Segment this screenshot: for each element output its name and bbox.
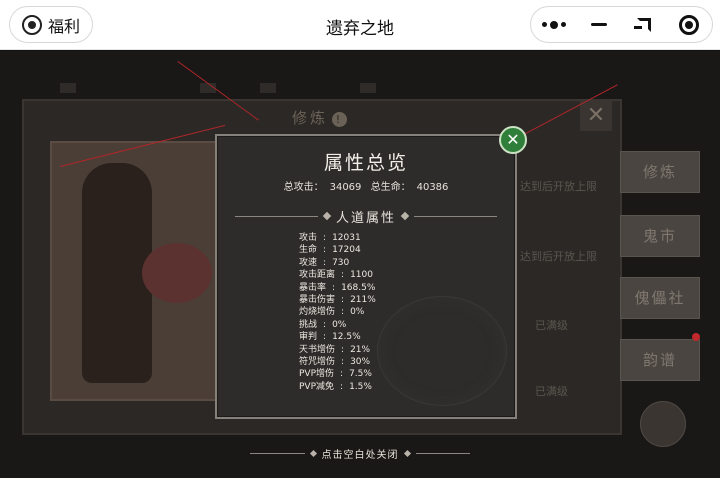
cultivate-title: 修炼! bbox=[292, 107, 348, 128]
capsule-menu bbox=[530, 6, 713, 43]
tab-puppet-club[interactable]: 傀儡社 bbox=[620, 277, 700, 319]
attribute-row: 暴击率:168.5% bbox=[299, 282, 376, 293]
restore-icon bbox=[634, 17, 652, 32]
top-strip-marker bbox=[60, 83, 76, 93]
close-hint-label: 点击空白处关闭 bbox=[321, 449, 399, 461]
flower-decoration bbox=[142, 243, 212, 303]
tab-cultivate[interactable]: 修炼 bbox=[620, 151, 700, 193]
attribute-row: 天书增伤:21% bbox=[299, 344, 371, 355]
more-button[interactable] bbox=[531, 7, 576, 42]
minimize-icon bbox=[590, 23, 607, 26]
tab-ghost-market[interactable]: 鬼市 bbox=[620, 215, 700, 257]
row-status: 达到后开放上限 bbox=[520, 250, 597, 263]
red-ornament bbox=[692, 333, 700, 341]
attribute-row: 攻击距离:1100 bbox=[299, 270, 373, 281]
total-attack-value: 34069 bbox=[329, 182, 362, 193]
panel-close-icon[interactable]: ✕ bbox=[580, 101, 612, 131]
popup-title: 属性总览 bbox=[323, 152, 408, 174]
attribute-row: 灼烧增伤:0% bbox=[299, 307, 365, 318]
row-status: 已满级 bbox=[535, 319, 568, 332]
attribute-row: 挑战:0% bbox=[299, 319, 347, 330]
attribute-overview-popup: 属性总览 总攻击： 34069 总生命： 40386 人道属性 攻击:12031 生… bbox=[215, 134, 517, 419]
mini-program-topbar: 福利 遗弃之地 bbox=[0, 0, 720, 50]
minimize-button[interactable] bbox=[576, 7, 621, 42]
top-strip-marker bbox=[360, 83, 376, 93]
close-hint: 点击空白处关闭 bbox=[250, 444, 470, 462]
total-hp-value: 40386 bbox=[416, 182, 449, 193]
total-hp-label: 总生命： bbox=[370, 182, 411, 193]
restore-button[interactable] bbox=[622, 7, 667, 42]
character-painting bbox=[50, 141, 220, 401]
tab-rhythm[interactable]: 韵谱 bbox=[620, 339, 700, 381]
top-strip-marker bbox=[260, 83, 276, 93]
totals-line: 总攻击： 34069 总生命： 40386 bbox=[217, 178, 515, 193]
attribute-row: PVP增伤:7.5% bbox=[299, 369, 372, 380]
section-header: 人道属性 bbox=[235, 206, 498, 226]
row-status: 已满级 bbox=[535, 385, 568, 398]
total-attack-label: 总攻击： bbox=[283, 182, 324, 193]
attribute-list[interactable]: 攻击:12031 生命:17204 攻速:730 攻击距离:1100 暴击率:1… bbox=[299, 232, 499, 400]
attribute-row: 符咒增伤:30% bbox=[299, 356, 371, 367]
attribute-row: 审判:12.5% bbox=[299, 332, 361, 343]
attribute-row: 攻击:12031 bbox=[299, 233, 361, 243]
popup-close-button[interactable]: ✕ bbox=[499, 126, 527, 154]
avatar[interactable] bbox=[640, 401, 686, 447]
attribute-row: 攻速:730 bbox=[299, 257, 350, 268]
section-label: 人道属性 bbox=[336, 210, 397, 226]
attribute-row: 暴击伤害:211% bbox=[299, 294, 376, 305]
more-dots-icon bbox=[541, 20, 566, 29]
target-icon bbox=[679, 14, 700, 35]
attribute-row: PVP减免:1.5% bbox=[299, 381, 372, 392]
close-miniprogram-button[interactable] bbox=[667, 7, 712, 42]
attribute-row: 生命:17204 bbox=[299, 245, 361, 256]
row-status: 达到后开放上限 bbox=[520, 180, 597, 193]
